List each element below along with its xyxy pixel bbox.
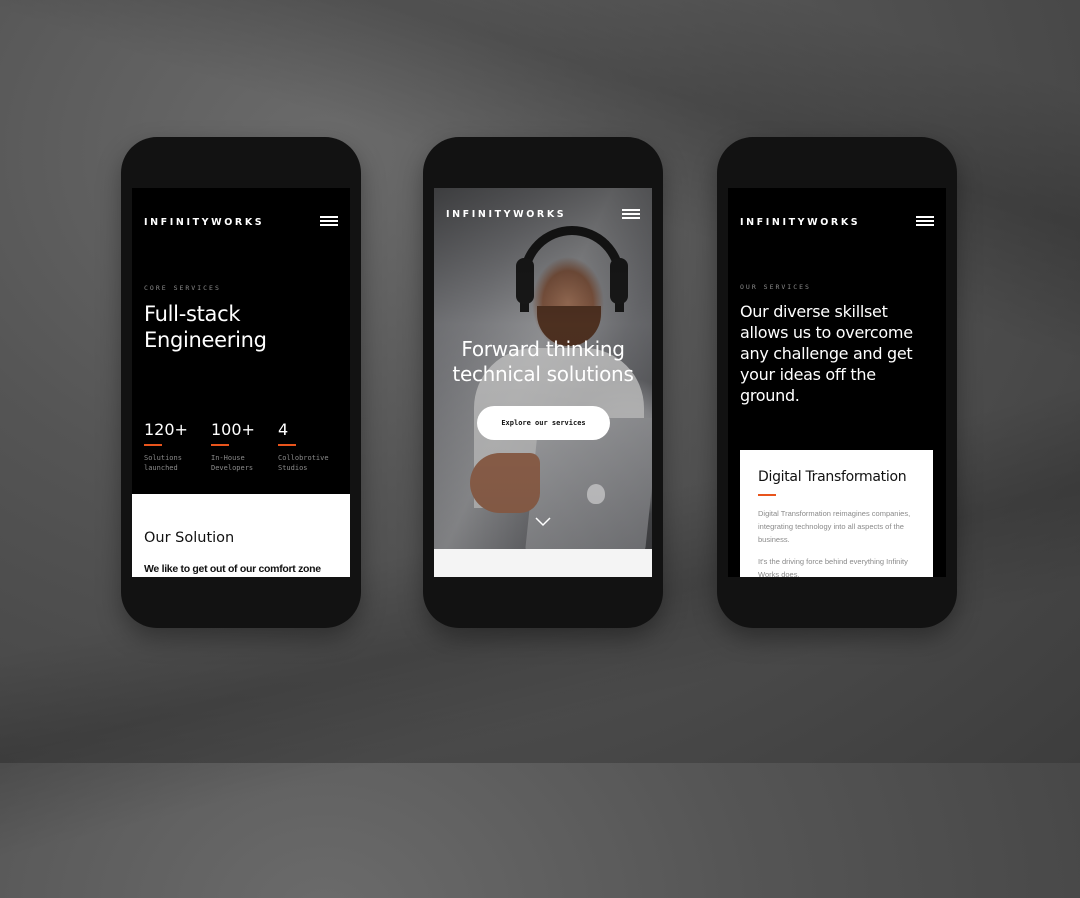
phone-screen: INFINITYWORKS Forward thinking technical…	[434, 188, 652, 577]
phone-screen: INFINITYWORKS OUR SERVICES Our diverse s…	[728, 188, 946, 577]
hamburger-menu-icon[interactable]	[916, 216, 934, 227]
section-title: Our Solution	[144, 530, 235, 546]
service-card[interactable]: Digital Transformation Digital Transform…	[740, 450, 933, 577]
brand-logo[interactable]: INFINITYWORKS	[446, 209, 566, 220]
accent-bar	[211, 444, 229, 446]
hamburger-menu-icon[interactable]	[622, 209, 640, 220]
stat-value: 4	[278, 420, 289, 439]
services-headline: Our diverse skillset allows us to overco…	[740, 302, 913, 405]
hero-title: Forward thinking technical solutions	[452, 337, 634, 386]
card-paragraph: It's the driving force behind everything…	[758, 557, 908, 577]
brand-logo[interactable]: INFINITYWORKS	[740, 217, 860, 228]
accent-bar	[278, 444, 296, 446]
page-title: Full-stack Engineering	[144, 301, 267, 353]
phone-mockup-left: INFINITYWORKS CORE SERVICES Full-stack E…	[121, 137, 361, 628]
card-title: Digital Transformation	[758, 469, 907, 485]
stat-developers: 100+ In-House Developers	[211, 420, 271, 473]
explore-services-button[interactable]: Explore our services	[477, 406, 610, 440]
next-section	[434, 549, 652, 577]
section-text: We like to get out of our comfort zone	[144, 563, 321, 575]
accent-bar	[144, 444, 162, 446]
title-line: Full-stack	[144, 302, 241, 326]
phone-mockup-right: INFINITYWORKS OUR SERVICES Our diverse s…	[717, 137, 957, 628]
card-paragraph: Digital Transformation reimagines compan…	[758, 509, 911, 544]
stat-solutions: 120+ Solutions launched	[144, 420, 204, 473]
stat-studios: 4 Collobrotive Studios	[278, 420, 338, 473]
stat-label: Solutions launched	[144, 454, 182, 472]
solution-section: Our Solution We like to get out of our c…	[132, 494, 350, 577]
phone-mockup-center: INFINITYWORKS Forward thinking technical…	[423, 137, 663, 628]
section-eyebrow: OUR SERVICES	[740, 283, 811, 291]
section-eyebrow: CORE SERVICES	[144, 284, 221, 292]
hamburger-menu-icon[interactable]	[320, 216, 338, 227]
stat-value: 100+	[211, 420, 255, 439]
chevron-down-icon[interactable]	[535, 514, 551, 530]
accent-bar	[758, 494, 776, 496]
stat-label: In-House Developers	[211, 454, 254, 472]
title-line: Engineering	[144, 328, 267, 352]
phone-screen: INFINITYWORKS CORE SERVICES Full-stack E…	[132, 188, 350, 577]
brand-logo[interactable]: INFINITYWORKS	[144, 217, 264, 228]
stat-label: Collobrotive Studios	[278, 454, 329, 472]
stat-value: 120+	[144, 420, 188, 439]
